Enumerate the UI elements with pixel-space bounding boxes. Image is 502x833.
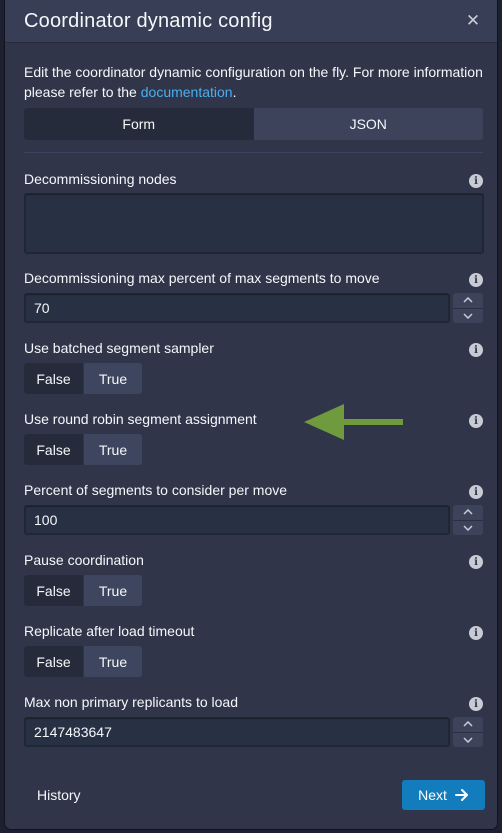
info-icon[interactable]: i — [469, 414, 483, 428]
field-use-batched-segment-sampler: Use batched segment sampler i False True — [24, 339, 483, 394]
numeric-stepper — [453, 717, 483, 747]
false-button[interactable]: False — [24, 434, 83, 465]
false-button[interactable]: False — [24, 363, 83, 394]
true-button[interactable]: True — [83, 434, 142, 465]
dialog-footer: History Next — [5, 778, 497, 812]
field-label: Max non primary replicants to load — [24, 694, 238, 710]
increment-button[interactable] — [453, 293, 483, 309]
field-label: Decommissioning max percent of max segme… — [24, 270, 380, 286]
decrement-button[interactable] — [453, 521, 483, 536]
tab-form[interactable]: Form — [24, 108, 254, 140]
dialog-title: Coordinator dynamic config — [24, 9, 273, 32]
numeric-input-group — [24, 717, 483, 747]
info-icon[interactable]: i — [469, 555, 483, 569]
next-button-label: Next — [418, 787, 447, 803]
boolean-toggle-group: False True — [24, 434, 142, 465]
chevron-up-icon — [463, 509, 473, 515]
decommissioning-nodes-textarea[interactable] — [24, 193, 484, 254]
numeric-input-group — [24, 505, 483, 535]
field-decommissioning-max-percent: Decommissioning max percent of max segme… — [24, 269, 483, 323]
true-button[interactable]: True — [83, 363, 142, 394]
false-button[interactable]: False — [24, 646, 83, 677]
true-button[interactable]: True — [83, 575, 142, 606]
intro-text: Edit the coordinator dynamic configurati… — [24, 62, 483, 102]
boolean-toggle-group: False True — [24, 646, 142, 677]
false-button[interactable]: False — [24, 575, 83, 606]
increment-button[interactable] — [453, 717, 483, 733]
field-use-round-robin: Use round robin segment assignment i Fal… — [24, 410, 483, 465]
close-icon[interactable]: ✕ — [463, 11, 483, 31]
max-non-primary-replicants-input[interactable] — [24, 717, 451, 747]
true-button[interactable]: True — [83, 646, 142, 677]
boolean-toggle-group: False True — [24, 363, 142, 394]
field-percent-segments-per-move: Percent of segments to consider per move… — [24, 481, 483, 535]
field-label: Replicate after load timeout — [24, 623, 195, 639]
field-label: Use batched segment sampler — [24, 340, 214, 356]
field-decommissioning-nodes: Decommissioning nodes i — [24, 170, 484, 254]
field-label: Pause coordination — [24, 552, 144, 568]
chevron-down-icon — [463, 737, 473, 743]
numeric-stepper — [453, 293, 483, 323]
field-pause-coordination: Pause coordination i False True — [24, 551, 483, 606]
view-tabs: Form JSON — [24, 108, 483, 140]
field-label: Use round robin segment assignment — [24, 411, 257, 427]
dialog-body: Edit the coordinator dynamic configurati… — [5, 62, 497, 747]
numeric-input-group — [24, 293, 483, 323]
documentation-link[interactable]: documentation — [141, 84, 233, 100]
boolean-toggle-group: False True — [24, 575, 142, 606]
decrement-button[interactable] — [453, 733, 483, 748]
percent-segments-input[interactable] — [24, 505, 451, 535]
intro-text-after: . — [232, 84, 237, 100]
field-label: Decommissioning nodes — [24, 171, 177, 187]
annotation-arrow-icon — [304, 404, 403, 440]
field-label: Percent of segments to consider per move — [24, 482, 288, 498]
coordinator-config-dialog: Coordinator dynamic config ✕ Edit the co… — [5, 0, 497, 829]
arrow-right-icon — [454, 789, 468, 801]
info-icon[interactable]: i — [469, 343, 483, 357]
numeric-stepper — [453, 505, 483, 535]
intro-text-before: Edit the coordinator dynamic configurati… — [24, 64, 483, 100]
info-icon[interactable]: i — [469, 174, 483, 188]
decommissioning-max-percent-input[interactable] — [24, 293, 451, 323]
chevron-up-icon — [463, 721, 473, 727]
info-icon[interactable]: i — [469, 273, 483, 287]
info-icon[interactable]: i — [469, 697, 483, 711]
decrement-button[interactable] — [453, 309, 483, 324]
field-replicate-after-load-timeout: Replicate after load timeout i False Tru… — [24, 622, 483, 677]
tab-json[interactable]: JSON — [254, 108, 484, 140]
chevron-down-icon — [463, 525, 473, 531]
chevron-down-icon — [463, 313, 473, 319]
field-max-non-primary-replicants: Max non primary replicants to load i — [24, 693, 483, 747]
increment-button[interactable] — [453, 505, 483, 521]
next-button[interactable]: Next — [402, 780, 485, 810]
divider — [24, 152, 483, 153]
dialog-header: Coordinator dynamic config ✕ — [5, 0, 497, 43]
info-icon[interactable]: i — [469, 485, 483, 499]
history-button[interactable]: History — [37, 787, 81, 803]
info-icon[interactable]: i — [469, 626, 483, 640]
chevron-up-icon — [463, 297, 473, 303]
